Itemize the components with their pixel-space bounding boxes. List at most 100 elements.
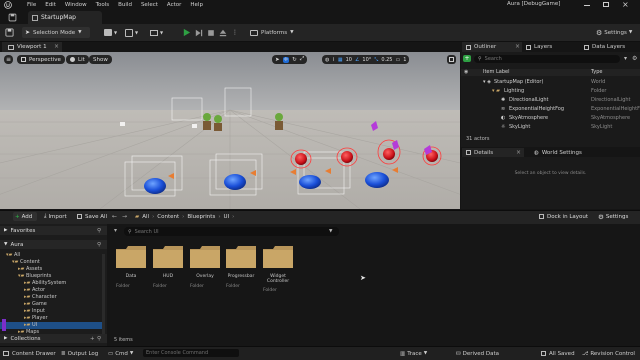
cmd-dropdown[interactable]: ▭ Cmd ▼ (108, 349, 133, 358)
eject-button[interactable] (219, 27, 227, 38)
save-level-icon[interactable] (8, 13, 17, 22)
play-button[interactable] (182, 27, 191, 38)
tree-item[interactable]: ▾▰ Content (0, 259, 105, 266)
outliner-row[interactable]: ≋ ExponentialHeightFog ExponentialHeight… (461, 106, 640, 113)
tree-item[interactable]: ▸▰ Input (0, 308, 105, 315)
outliner-settings-icon[interactable]: ⚙ (632, 55, 637, 62)
step-button[interactable] (195, 27, 203, 38)
outliner-search-input[interactable]: ⚲ Search (474, 55, 620, 63)
cb-settings-button[interactable]: ⚙ Settings (598, 212, 628, 221)
grid-snap-value[interactable]: 10 (346, 57, 352, 63)
translate-tool-icon[interactable]: ✛ (282, 56, 290, 63)
menu-help[interactable]: Help (190, 2, 203, 8)
menu-select[interactable]: Select (141, 2, 158, 8)
level-viewport[interactable] (0, 52, 460, 209)
import-button[interactable]: ⤓ Import (44, 212, 67, 221)
platforms-dropdown[interactable]: Platforms ▼ (250, 27, 294, 38)
breadcrumb-item[interactable]: Content (157, 214, 179, 220)
breadcrumb-item[interactable]: All (142, 214, 149, 220)
outliner-tab[interactable]: Outliner × (462, 42, 522, 52)
search-icon[interactable]: ⚲ (97, 228, 101, 234)
menu-file[interactable]: File (27, 2, 36, 8)
menu-actor[interactable]: Actor (167, 2, 181, 8)
surface-snap-icon[interactable]: ⌇ (332, 57, 334, 63)
search-icon[interactable]: ⚲ (97, 336, 101, 342)
tree-item[interactable]: ▸▰ AbilitySystem (0, 280, 105, 287)
tree-item[interactable]: ▸▰ Character (0, 294, 105, 301)
back-arrow-icon[interactable]: ← (112, 213, 117, 220)
asset-search-input[interactable]: ⚲ Search UI ▼ (124, 227, 339, 236)
asset-tile[interactable]: HUD Folder (153, 243, 183, 293)
play-options-icon[interactable]: ⋮ (232, 27, 238, 38)
collections-header[interactable]: ▶ Collections + ⚲ (0, 334, 107, 343)
close-window-button[interactable]: × (622, 0, 629, 9)
add-actor-button[interactable]: + (463, 55, 471, 62)
scale-tool-icon[interactable]: ⤢ (300, 56, 304, 63)
viewport-tab[interactable]: Viewport 1 × (2, 42, 62, 52)
outliner-row[interactable]: ✺ DirectionalLight DirectionalLight (461, 97, 640, 104)
viewport-maximize-icon[interactable] (447, 55, 456, 64)
scale-snap-value[interactable]: 0.25 (381, 57, 392, 63)
camera-speed-icon[interactable]: ▭ (395, 57, 400, 63)
close-icon[interactable]: × (54, 43, 59, 50)
close-icon[interactable]: × (516, 149, 521, 156)
rotation-snap-value[interactable]: 10° (362, 57, 371, 63)
menu-build[interactable]: Build (118, 2, 132, 8)
grid-snap-icon[interactable]: ▦ (338, 57, 343, 63)
unreal-logo-icon[interactable] (3, 0, 13, 10)
dock-in-layout-button[interactable]: Dock in Layout (539, 212, 588, 221)
content-button[interactable]: ▼ (104, 27, 117, 38)
project-header[interactable]: ▼ Aura ⚲ (0, 240, 107, 249)
layers-tab[interactable]: Layers (522, 42, 552, 52)
tree-item[interactable]: ▸▰ Assets (0, 266, 105, 273)
camera-speed-value[interactable]: 1 (403, 57, 406, 63)
save-all-button[interactable]: Save All (77, 212, 107, 221)
asset-tile[interactable]: Widget Controller Folder (263, 243, 293, 293)
menu-edit[interactable]: Edit (45, 2, 56, 8)
minimize-button[interactable] (583, 2, 591, 8)
scale-snap-icon[interactable]: ⤡ (374, 57, 378, 63)
favorites-header[interactable]: ▶ Favorites ⚲ (0, 226, 107, 235)
tree-item-selected[interactable]: ▸▰ UI (0, 322, 102, 329)
breadcrumb-item[interactable]: Blueprints (187, 214, 215, 220)
tree-item[interactable]: ▾▰ All (0, 252, 105, 259)
tree-item[interactable]: ▸▰ Game (0, 301, 105, 308)
cinematics-button[interactable]: ▼ (150, 27, 163, 38)
stop-button[interactable] (207, 27, 215, 38)
filter-icon[interactable]: ▾ (624, 55, 627, 62)
level-tab-startupmap[interactable]: StartupMap (28, 11, 102, 24)
outliner-row[interactable]: ☼ SkyLight SkyLight (461, 124, 640, 131)
tree-item[interactable]: ▾▰ Blueprints (0, 273, 105, 280)
tree-item[interactable]: ▸▰ Player (0, 315, 105, 322)
blueprint-button[interactable]: ▼ (125, 27, 138, 38)
world-settings-tab[interactable]: ◍ World Settings (530, 148, 582, 157)
rotate-tool-icon[interactable]: ↻ (292, 57, 297, 63)
details-tab[interactable]: Details × (462, 148, 524, 157)
tree-scrollbar[interactable] (102, 254, 105, 334)
all-saved-button[interactable]: All Saved (541, 349, 575, 358)
select-tool-icon[interactable]: ➤ (275, 57, 280, 63)
data-layers-tab[interactable]: Data Layers (580, 42, 625, 52)
asset-tile[interactable]: Data Folder (116, 243, 146, 293)
perspective-button[interactable]: Perspective (17, 55, 65, 64)
add-collection-icon[interactable]: + (90, 336, 95, 342)
close-icon[interactable]: × (515, 43, 520, 50)
search-icon[interactable]: ⚲ (97, 242, 101, 248)
breadcrumb-item[interactable]: UI (224, 214, 230, 220)
menu-window[interactable]: Window (65, 2, 87, 8)
world-space-icon[interactable]: ◍ (325, 57, 329, 63)
forward-arrow-icon[interactable]: → (122, 213, 127, 220)
view-mode-button[interactable]: Lit (66, 55, 89, 64)
output-log-button[interactable]: ≣ Output Log (61, 349, 98, 358)
add-button[interactable]: + Add (13, 212, 37, 221)
trace-button[interactable]: ▥ Trace ▼ (400, 349, 427, 358)
content-drawer-button[interactable]: Content Drawer (3, 349, 56, 358)
save-current-button[interactable] (5, 27, 14, 38)
menu-tools[interactable]: Tools (96, 2, 110, 8)
outliner-row[interactable]: ▾ ◈ StartupMap (Editor) World (461, 79, 640, 86)
outliner-row[interactable]: ◐ SkyAtmosphere SkyAtmosphere (461, 115, 640, 122)
filter-icon[interactable]: ▾ (114, 227, 117, 234)
maximize-button[interactable] (602, 1, 610, 8)
asset-tile[interactable]: Progressbar Folder (226, 243, 256, 293)
tree-item[interactable]: ▸▰ Actor (0, 287, 105, 294)
